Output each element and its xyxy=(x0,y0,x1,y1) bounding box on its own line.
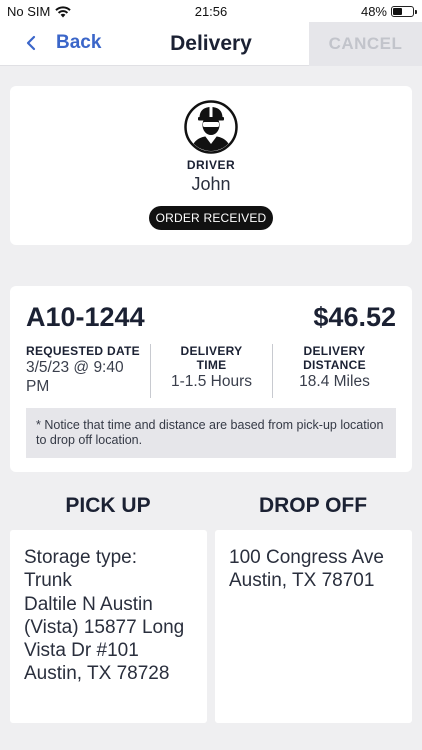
driver-label: DRIVER xyxy=(186,158,236,172)
navigation-bar: Back Delivery CANCEL xyxy=(0,22,422,66)
battery-icon xyxy=(391,6,417,17)
pickup-card: Storage type: Trunk Daltile N Austin (Vi… xyxy=(10,530,207,723)
storage-type-value: Trunk xyxy=(24,570,72,592)
order-status-badge: ORDER RECEIVED xyxy=(149,206,273,230)
order-summary-card: A10-1244 $46.52 REQUESTED DATE 3/5/23 @ … xyxy=(10,286,412,472)
delivery-distance-value: 18.4 Miles xyxy=(299,373,370,390)
battery-group: 48% xyxy=(360,4,417,19)
storage-type-label: Storage type: xyxy=(24,547,138,568)
delivery-distance-column: DELIVERY DISTANCE 18.4 Miles xyxy=(272,344,396,398)
cancel-button[interactable]: CANCEL xyxy=(309,22,422,66)
back-button[interactable]: Back xyxy=(26,32,101,54)
order-price: $46.52 xyxy=(313,302,396,332)
dropoff-address: 100 Congress Ave Austin, TX 78701 xyxy=(229,547,384,592)
delivery-time-value: 1-1.5 Hours xyxy=(171,373,252,390)
delivery-time-column: DELIVERY TIME 1-1.5 Hours xyxy=(150,344,272,398)
pickup-address: Daltile N Austin (Vista) 15877 Long Vist… xyxy=(24,593,185,685)
delivery-distance-label: DELIVERY DISTANCE xyxy=(303,344,366,372)
requested-date-value: 3/5/23 @ 9:40 PM xyxy=(26,359,124,395)
chevron-left-icon xyxy=(26,35,36,51)
requested-date-label: REQUESTED DATE xyxy=(26,344,140,358)
delivery-time-label: DELIVERY TIME xyxy=(180,344,243,372)
dropoff-title: DROP OFF xyxy=(258,494,368,517)
driver-name: John xyxy=(191,174,231,194)
notice-box: * Notice that time and distance are base… xyxy=(26,408,396,458)
battery-percent: 48% xyxy=(360,4,387,19)
requested-date-column: REQUESTED DATE 3/5/23 @ 9:40 PM xyxy=(26,344,150,398)
battery-fill xyxy=(393,8,403,15)
back-label: Back xyxy=(56,32,102,53)
dropoff-card: 100 Congress Ave Austin, TX 78701 xyxy=(215,530,412,723)
driver-avatar-icon xyxy=(184,100,238,154)
driver-card: DRIVER John ORDER RECEIVED xyxy=(10,86,412,245)
clock: 21:56 xyxy=(194,4,228,19)
pickup-title: PICK UP xyxy=(65,494,151,517)
order-id: A10-1244 xyxy=(26,302,145,332)
status-bar: No SIM 21:56 48% xyxy=(0,0,422,22)
